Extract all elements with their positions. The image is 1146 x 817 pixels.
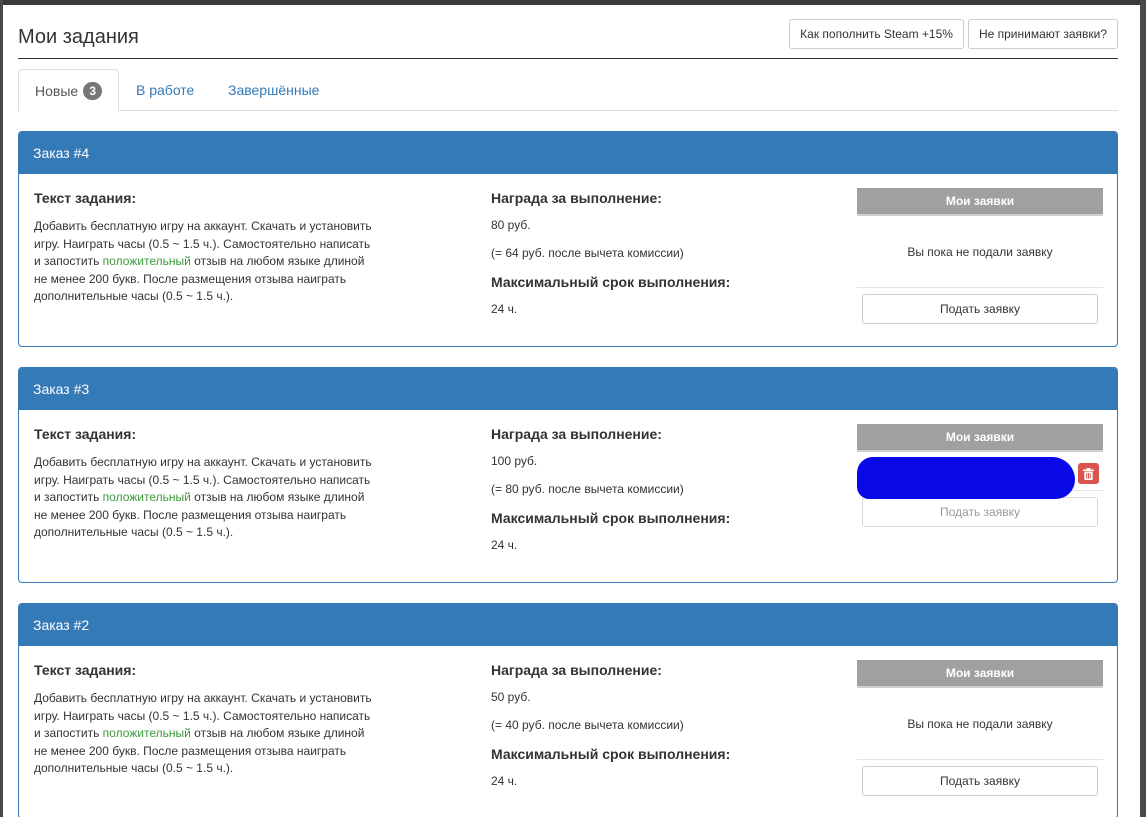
order-title: Заказ #2 xyxy=(19,604,1117,646)
order-title: Заказ #4 xyxy=(19,132,1117,174)
reward-column: Награда за выполнение: 100 руб. (= 80 ру… xyxy=(491,426,811,566)
submit-application-button[interactable]: Подать заявку xyxy=(862,294,1098,324)
applications-column: Мои заявки Подать заявку xyxy=(857,424,1103,527)
tab-new-count-badge: 3 xyxy=(83,81,103,100)
my-applications-header: Мои заявки xyxy=(857,424,1103,452)
my-applications-header: Мои заявки xyxy=(857,660,1103,688)
task-description: Добавить бесплатную игру на аккаунт. Ска… xyxy=(34,455,372,539)
reward-column: Награда за выполнение: 80 руб. (= 64 руб… xyxy=(491,190,811,330)
deadline-heading: Максимальный срок выполнения: xyxy=(491,274,731,290)
tab-completed[interactable]: Завершённые xyxy=(212,69,335,111)
page-header: Мои задания Как пополнить Steam +15% Не … xyxy=(18,18,1118,59)
no-applications-text: Вы пока не подали заявку xyxy=(857,688,1103,760)
window-top-edge xyxy=(0,0,1146,5)
task-text-heading: Текст задания: xyxy=(34,190,137,206)
task-text-heading: Текст задания: xyxy=(34,662,137,678)
task-column: Текст задания: Добавить бесплатную игру … xyxy=(34,190,374,306)
deadline-value: 24 ч. xyxy=(491,538,518,552)
tabs: Новые 3 В работе Завершённые xyxy=(18,69,1118,112)
order-title: Заказ #3 xyxy=(19,368,1117,410)
reward-value: 80 руб. xyxy=(491,218,531,232)
reward-heading: Награда за выполнение: xyxy=(491,426,662,442)
tab-completed-label: Завершённые xyxy=(228,82,320,98)
reward-value: 100 руб. xyxy=(491,454,538,468)
window-left-edge xyxy=(0,0,3,817)
deadline-value: 24 ч. xyxy=(491,302,518,316)
no-applications-text: Вы пока не подали заявку xyxy=(857,216,1103,288)
positive-highlight: положительный xyxy=(102,254,191,268)
applications-column: Мои заявки Вы пока не подали заявку Пода… xyxy=(857,188,1103,324)
tab-new[interactable]: Новые 3 xyxy=(18,69,120,112)
reward-heading: Награда за выполнение: xyxy=(491,190,662,206)
submit-application-button-disabled[interactable]: Подать заявку xyxy=(862,497,1098,527)
trash-icon xyxy=(1083,467,1094,480)
not-accepted-help-button[interactable]: Не принимают заявки? xyxy=(967,19,1118,49)
reward-heading: Награда за выполнение: xyxy=(491,662,662,678)
task-text-heading: Текст задания: xyxy=(34,426,137,442)
task-column: Текст задания: Добавить бесплатную игру … xyxy=(34,426,374,542)
reward-net-value: (= 64 руб. после вычета комиссии) xyxy=(491,246,684,260)
window-right-edge xyxy=(1140,0,1146,817)
reward-column: Награда за выполнение: 50 руб. (= 40 руб… xyxy=(491,662,811,802)
delete-application-button[interactable] xyxy=(1078,463,1099,484)
reward-net-value: (= 40 руб. после вычета комиссии) xyxy=(491,718,684,732)
deadline-value: 24 ч. xyxy=(491,774,518,788)
task-description: Добавить бесплатную игру на аккаунт. Ска… xyxy=(34,219,372,303)
page-title: Мои задания xyxy=(18,26,139,48)
steam-topup-button[interactable]: Как пополнить Steam +15% xyxy=(789,19,964,49)
header-buttons: Как пополнить Steam +15% Не принимают за… xyxy=(789,19,1118,49)
positive-highlight: положительный xyxy=(102,726,191,740)
task-description: Добавить бесплатную игру на аккаунт. Ска… xyxy=(34,691,372,775)
order-panel-4: Заказ #4 Текст задания: Добавить бесплат… xyxy=(18,131,1118,347)
application-row xyxy=(857,455,1103,499)
positive-highlight: положительный xyxy=(102,490,191,504)
order-panel-2: Заказ #2 Текст задания: Добавить бесплат… xyxy=(18,603,1118,817)
order-panel-3: Заказ #3 Текст задания: Добавить бесплат… xyxy=(18,367,1118,583)
tab-new-label: Новые xyxy=(35,82,79,99)
submit-application-button[interactable]: Подать заявку xyxy=(862,766,1098,796)
redacted-application xyxy=(857,457,1075,499)
deadline-heading: Максимальный срок выполнения: xyxy=(491,510,731,526)
reward-value: 50 руб. xyxy=(491,690,531,704)
deadline-heading: Максимальный срок выполнения: xyxy=(491,746,731,762)
my-applications-header: Мои заявки xyxy=(857,188,1103,216)
tab-in-progress-label: В работе xyxy=(136,82,195,98)
tab-in-progress[interactable]: В работе xyxy=(120,69,210,111)
applications-column: Мои заявки Вы пока не подали заявку Пода… xyxy=(857,660,1103,796)
reward-net-value: (= 80 руб. после вычета комиссии) xyxy=(491,482,684,496)
task-column: Текст задания: Добавить бесплатную игру … xyxy=(34,662,374,778)
